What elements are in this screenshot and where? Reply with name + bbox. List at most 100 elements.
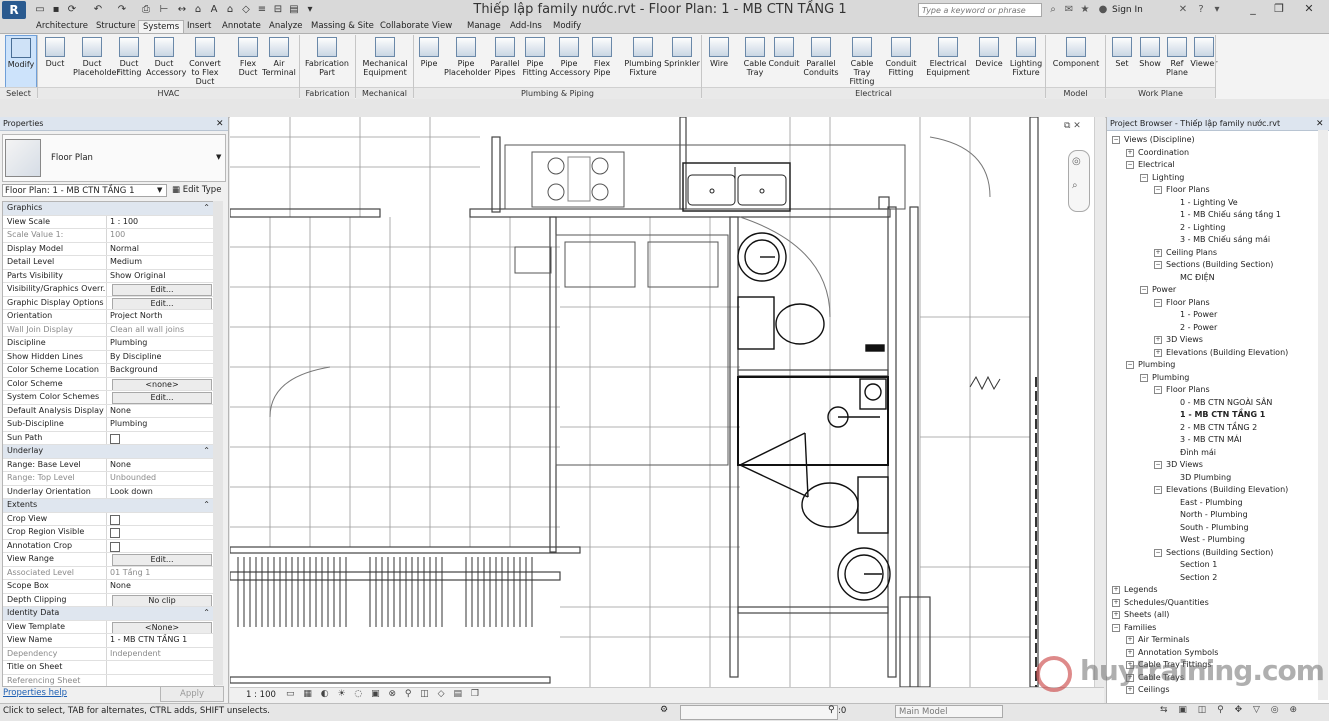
property-value[interactable]	[107, 540, 214, 553]
tree-expander-icon[interactable]: −	[1126, 361, 1134, 369]
property-value[interactable]: Project North	[107, 310, 214, 323]
property-group-extents[interactable]: Extents ⌃	[3, 499, 214, 513]
steering-wheel-icon[interactable]: ◎	[1072, 156, 1081, 167]
tree-node[interactable]: 3D Views	[1166, 334, 1203, 345]
property-row[interactable]: Title on Sheet	[3, 661, 214, 675]
convert-to-flex-duct-button[interactable]: Convert to Flex Duct	[184, 35, 226, 87]
duct-placeholder-button[interactable]: Duct Placeholder	[73, 35, 120, 87]
section-icon[interactable]: ◇	[240, 4, 252, 16]
close-hidden-icon[interactable]: ⊟	[272, 4, 284, 16]
parallel-pipes-button[interactable]: Parallel Pipes	[490, 35, 520, 87]
duct-fitting-button[interactable]: Duct Fitting	[113, 35, 145, 87]
property-row[interactable]: Color Scheme Location Background	[3, 364, 214, 378]
view-scale[interactable]: 1 : 100	[246, 690, 276, 700]
tree-node[interactable]: West - Plumbing	[1180, 534, 1245, 545]
property-row[interactable]: Scope Box None	[3, 580, 214, 594]
tree-expander-icon[interactable]: −	[1154, 461, 1162, 469]
property-edit-button[interactable]: Edit...	[112, 554, 212, 566]
property-row[interactable]: Sub-Discipline Plumbing	[3, 418, 214, 432]
tree-node[interactable]: 2 - Lighting	[1180, 222, 1225, 233]
print-icon[interactable]: ⎙	[140, 4, 152, 16]
sign-in-link[interactable]: Sign In	[1112, 5, 1143, 15]
property-value[interactable]: <none>	[107, 378, 214, 390]
property-row[interactable]: Associated Level 01 Tầng 1	[3, 566, 214, 580]
property-row[interactable]: Visibility/Graphics Overr... Edit...	[3, 283, 214, 297]
property-row[interactable]: Dependency Independent	[3, 647, 214, 661]
property-row[interactable]: Default Analysis Display ... None	[3, 404, 214, 418]
properties-help-link[interactable]: Properties help	[3, 688, 67, 698]
tab-collaborate[interactable]: Collaborate	[376, 20, 433, 33]
user-icon[interactable]: ●	[1096, 3, 1110, 17]
tree-node[interactable]: 3D Views	[1166, 459, 1203, 470]
property-edit-button[interactable]: <None>	[112, 621, 212, 633]
tab-add-ins[interactable]: Add-Ins	[506, 20, 546, 33]
property-value[interactable]	[107, 661, 214, 674]
conduit-button[interactable]: Conduit	[768, 35, 800, 87]
property-edit-button[interactable]: No clip	[112, 594, 212, 606]
apply-button[interactable]: Apply	[160, 686, 224, 702]
property-value[interactable]: Plumbing	[107, 418, 214, 431]
minimize-button[interactable]: _	[1240, 1, 1266, 17]
view-control-icons[interactable]: ▭ ▦ ◐ ☀ ◌ ▣ ⊗ ⚲ ◫ ◇ ▤ ❒	[286, 689, 482, 699]
property-value[interactable]: None	[107, 459, 214, 472]
property-checkbox[interactable]	[110, 541, 120, 552]
restore-view-icon[interactable]: ⧉ ✕	[1064, 121, 1081, 131]
collapse-icon[interactable]: ⌃	[43, 445, 214, 458]
tree-expander-icon[interactable]: −	[1154, 261, 1162, 269]
tree-node[interactable]: Legends	[1124, 584, 1158, 595]
property-value[interactable]: Normal	[107, 243, 214, 256]
dimension-icon[interactable]: ↔	[176, 4, 188, 16]
tree-node[interactable]: South - Plumbing	[1180, 522, 1249, 533]
property-edit-button[interactable]: Edit...	[112, 392, 212, 404]
tree-node[interactable]: Air Terminals	[1138, 634, 1190, 645]
property-group-graphics[interactable]: Graphics ⌃	[3, 202, 214, 216]
workset-selector[interactable]	[680, 705, 838, 720]
tab-systems[interactable]: Systems	[138, 20, 185, 34]
tree-node[interactable]: 1 - Lighting Ve	[1180, 197, 1238, 208]
tree-expander-icon[interactable]: −	[1112, 623, 1120, 632]
tree-expander-icon[interactable]: −	[1154, 486, 1162, 494]
property-row[interactable]: Scale Value 1: 100	[3, 229, 214, 243]
tree-node[interactable]: Sections (Building Section)	[1166, 259, 1273, 270]
property-value[interactable]: None	[107, 580, 214, 593]
search-icon[interactable]: ⌕	[1046, 3, 1060, 17]
switch-windows-icon[interactable]: ▤	[288, 4, 300, 16]
property-group-identity-data[interactable]: Identity Data ⌃	[3, 607, 214, 621]
property-row[interactable]: System Color Schemes Edit...	[3, 391, 214, 405]
property-row[interactable]: Crop Region Visible	[3, 526, 214, 540]
thin-lines-icon[interactable]: ≡	[256, 4, 268, 16]
property-row[interactable]: Discipline Plumbing	[3, 337, 214, 351]
property-value[interactable]: Edit...	[107, 553, 214, 566]
property-row[interactable]: Display Model Normal	[3, 242, 214, 256]
property-row[interactable]: Detail Level Medium	[3, 256, 214, 270]
property-row[interactable]: Color Scheme <none>	[3, 377, 214, 391]
tree-node[interactable]: MC ĐIỆN	[1180, 272, 1215, 283]
drawing-area[interactable]	[230, 117, 1094, 687]
design-option-selector[interactable]: Main Model	[895, 705, 1003, 718]
properties-close-icon[interactable]: ✕	[216, 119, 224, 129]
zoom-icon[interactable]: ⌕	[1072, 180, 1078, 191]
property-row[interactable]: Range: Top Level Unbounded	[3, 472, 214, 486]
property-row[interactable]: Underlay Orientation Look down	[3, 485, 214, 499]
instance-dropdown-icon[interactable]: ▼	[157, 186, 162, 194]
property-value[interactable]: By Discipline	[107, 351, 214, 364]
plumbing-fixture-button[interactable]: Plumbing Fixture	[621, 35, 665, 87]
tree-expander-icon[interactable]: +	[1126, 686, 1134, 694]
collapse-icon[interactable]: ⌃	[42, 202, 214, 215]
tree-node[interactable]: 1 - MB CTN TẦNG 1	[1180, 409, 1265, 420]
property-value[interactable]: Edit...	[107, 297, 214, 309]
show-button[interactable]: Show	[1136, 35, 1164, 87]
mechanical-equipment-button[interactable]: Mechanical Equipment	[362, 35, 408, 87]
tree-node[interactable]: Section 1	[1180, 559, 1217, 570]
tab-manage[interactable]: Manage	[463, 20, 505, 33]
tree-node[interactable]: Plumbing	[1152, 372, 1189, 383]
tree-node[interactable]: 0 - MB CTN NGOÀI SÂN	[1180, 397, 1272, 408]
tree-expander-icon[interactable]: −	[1154, 386, 1162, 394]
qat-dropdown-icon[interactable]: ▾	[304, 4, 316, 16]
tree-node[interactable]: 2 - Power	[1180, 322, 1217, 333]
tab-modify[interactable]: Modify	[549, 20, 585, 33]
tab-insert[interactable]: Insert	[183, 20, 215, 33]
tree-node[interactable]: Floor Plans	[1166, 184, 1210, 195]
property-row[interactable]: View Name 1 - MB CTN TẦNG 1	[3, 634, 214, 648]
tree-node[interactable]: Power	[1152, 284, 1176, 295]
